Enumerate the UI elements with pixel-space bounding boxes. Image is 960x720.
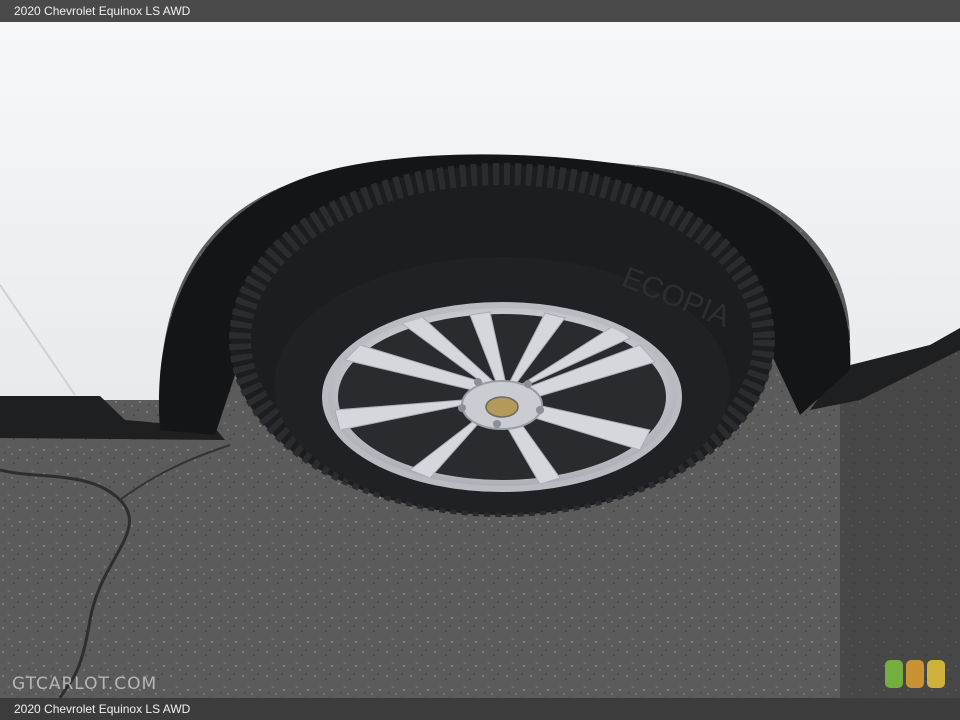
caption-bottom: 2020 Chevrolet Equinox LS AWD	[0, 698, 960, 720]
site-logo-icon	[885, 660, 945, 688]
center-cap-logo	[485, 396, 519, 418]
caption-top: 2020 Chevrolet Equinox LS AWD	[0, 0, 960, 22]
photo-frame: 2020 Chevrolet Equinox LS AWD ECOPIA GTC…	[0, 0, 960, 720]
watermark: GTCARLOT.COM	[12, 674, 158, 694]
car-wheel-photo: ECOPIA	[0, 22, 960, 698]
